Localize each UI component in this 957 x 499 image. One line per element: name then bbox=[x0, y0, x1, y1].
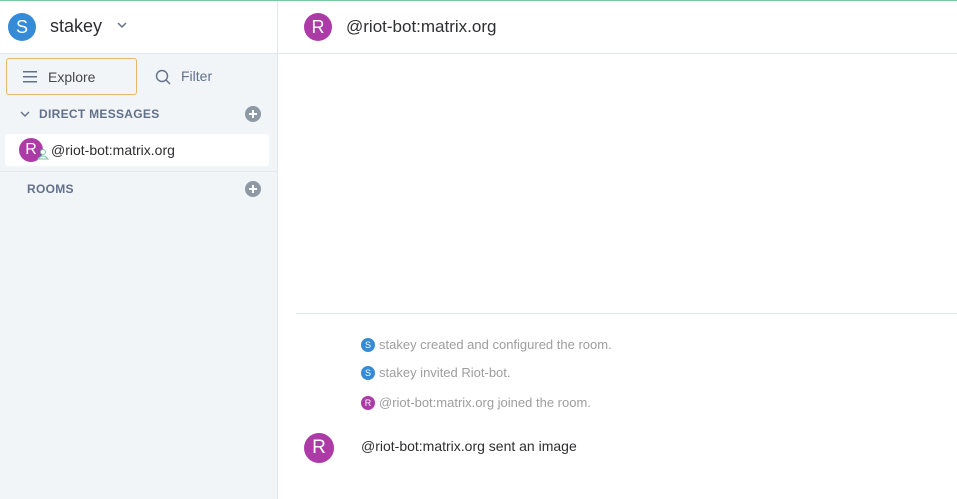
room-avatar[interactable]: R bbox=[304, 13, 332, 41]
message-avatar[interactable]: R bbox=[304, 433, 334, 463]
user-menu[interactable]: S stakey bbox=[0, 1, 277, 54]
section-label-direct-messages: DIRECT MESSAGES bbox=[39, 107, 160, 121]
event-text: stakey invited Riot-bot. bbox=[379, 365, 511, 380]
search-icon bbox=[155, 69, 171, 85]
hamburger-icon bbox=[23, 71, 37, 83]
chevron-down-icon[interactable] bbox=[20, 109, 30, 119]
section-direct-messages[interactable]: DIRECT MESSAGES bbox=[0, 101, 277, 127]
avatar[interactable]: S bbox=[361, 366, 375, 380]
left-panel: S stakey Explore Filter DIRECT MESSAGES … bbox=[0, 1, 278, 499]
avatar[interactable]: S bbox=[361, 338, 375, 352]
timeline-divider bbox=[296, 313, 957, 314]
event-text: stakey created and configured the room. bbox=[379, 337, 612, 352]
user-avatar[interactable]: S bbox=[8, 13, 36, 41]
event-text: @riot-bot:matrix.org joined the room. bbox=[379, 395, 591, 410]
sidebar-item-label: @riot-bot:matrix.org bbox=[51, 142, 175, 158]
explore-label: Explore bbox=[48, 69, 96, 85]
room-name[interactable]: @riot-bot:matrix.org bbox=[346, 17, 496, 37]
add-direct-message-icon[interactable] bbox=[245, 106, 261, 122]
room-header: R @riot-bot:matrix.org bbox=[278, 1, 957, 54]
filter-placeholder: Filter bbox=[181, 68, 213, 84]
divider bbox=[0, 171, 277, 172]
avatar[interactable]: R bbox=[361, 396, 375, 410]
user-name[interactable]: stakey bbox=[50, 16, 102, 37]
add-room-icon[interactable] bbox=[245, 181, 261, 197]
explore-button[interactable]: Explore bbox=[6, 58, 137, 95]
sidebar-item-riot-bot[interactable]: R @riot-bot:matrix.org bbox=[5, 134, 269, 166]
presence-icon bbox=[37, 149, 49, 160]
section-label-rooms[interactable]: ROOMS bbox=[27, 182, 74, 196]
filter-input[interactable]: Filter bbox=[147, 58, 271, 95]
message-text: @riot-bot:matrix.org sent an image bbox=[361, 438, 577, 454]
chevron-down-icon[interactable] bbox=[116, 19, 128, 31]
